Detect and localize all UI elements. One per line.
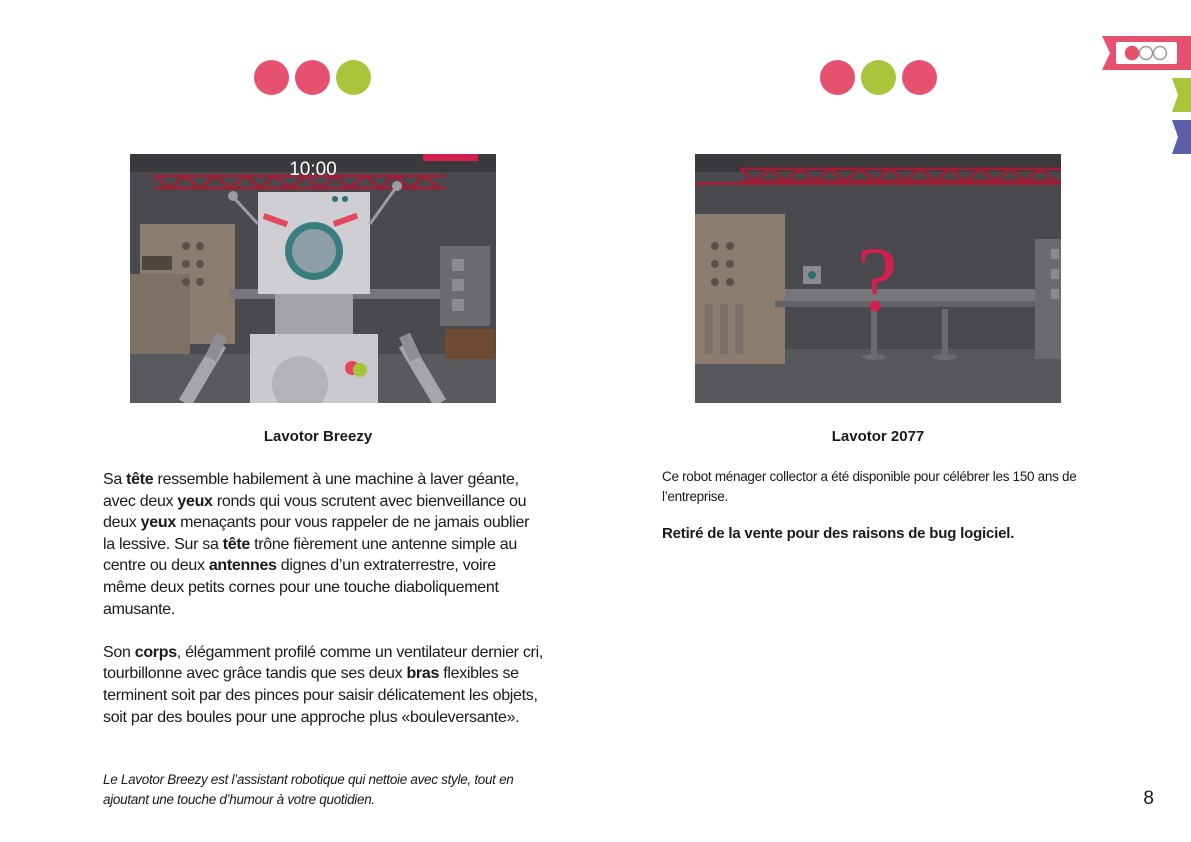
left-dots — [254, 60, 371, 95]
pink-dot — [902, 60, 937, 95]
lavotor-2077-caption: Lavotor 2077 — [831, 428, 925, 445]
section-tab-2[interactable] — [1172, 78, 1191, 112]
emphasis-text: yeux — [140, 514, 177, 532]
emphasis-text: tête — [222, 535, 251, 553]
green-dot — [861, 60, 896, 95]
lavotor-2077-image: ? — [695, 154, 1061, 403]
withdrawn-notice: Retiré de la vente pour des raisons de b… — [662, 525, 1015, 542]
page-number: 8 — [1143, 788, 1154, 809]
emphasis-text: bras — [406, 665, 440, 683]
emphasis-text: corps — [134, 643, 177, 661]
section-tab-3[interactable] — [1172, 120, 1191, 154]
breezy-note: Le Lavotor Breezy est l’assistant roboti… — [103, 772, 514, 807]
lavotor-breezy-image: 10:00 — [130, 154, 496, 403]
lavotor-2077-description: Ce robot ménager collector a été disponi… — [662, 469, 1077, 504]
breezy-paragraph-1: Sa tête ressemble habilement à une machi… — [103, 469, 543, 620]
pink-dot — [820, 60, 855, 95]
question-mark-text: ? — [857, 228, 898, 330]
section-tab-1[interactable] — [1102, 36, 1191, 70]
emphasis-text: yeux — [177, 492, 213, 510]
emphasis-text: tête — [126, 471, 154, 488]
body-text-run: Son — [103, 643, 135, 661]
breezy-description: Sa tête ressemble habilement à une machi… — [103, 469, 543, 750]
breezy-paragraph-2: Son corps, élégamment profilé comme un v… — [103, 642, 543, 728]
green-dot — [336, 60, 371, 95]
pink-dot — [254, 60, 289, 95]
timer-text: 10:00 — [289, 159, 337, 180]
lavotor-breezy-caption: Lavotor Breezy — [263, 428, 373, 445]
right-dots — [820, 60, 937, 95]
pink-dot — [295, 60, 330, 95]
emphasis-text: antennes — [208, 557, 277, 575]
body-text-run: Sa — [103, 471, 127, 488]
